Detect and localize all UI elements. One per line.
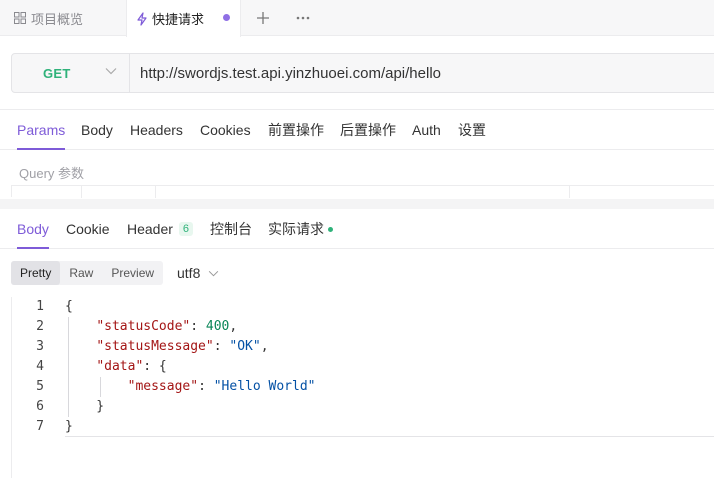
status-dot bbox=[328, 226, 333, 232]
unsaved-dot bbox=[223, 14, 230, 21]
tab-project-overview[interactable]: 项目概览 bbox=[14, 0, 83, 36]
tab-params[interactable]: Params bbox=[17, 110, 66, 150]
response-tab-body-label: Body bbox=[17, 221, 49, 237]
line-number: 1 bbox=[36, 299, 44, 314]
code-line: 5 "message": "Hello World" bbox=[12, 377, 714, 397]
line-number: 4 bbox=[36, 359, 44, 374]
line-number: 7 bbox=[36, 419, 44, 434]
more-icon bbox=[296, 16, 310, 20]
code-text: "statusCode": 400, bbox=[96, 319, 238, 334]
lightning-icon bbox=[137, 11, 147, 26]
line-number: 2 bbox=[36, 319, 44, 334]
add-tab-button[interactable] bbox=[253, 0, 273, 36]
json-string: "OK" bbox=[229, 339, 261, 354]
editor-bottom-border bbox=[65, 436, 714, 437]
plus-icon bbox=[257, 12, 269, 24]
query-params-label: Query 参数 bbox=[19, 166, 85, 181]
method-label: GET bbox=[43, 65, 71, 81]
code-line: 7 } bbox=[12, 417, 714, 437]
code-line: 4 "data": { bbox=[12, 357, 714, 377]
line-number: 5 bbox=[36, 379, 44, 394]
line-number: 3 bbox=[36, 339, 44, 354]
code-text: "statusMessage": "OK", bbox=[96, 339, 269, 354]
json-key: "data" bbox=[96, 359, 144, 374]
tab-pre-operations-label: 前置操作 bbox=[268, 122, 324, 138]
view-mode-preview[interactable]: Preview bbox=[102, 261, 163, 285]
header-count-badge: 6 bbox=[178, 222, 194, 236]
code-text: "message": "Hello World" bbox=[127, 379, 316, 394]
tab-body[interactable]: Body bbox=[81, 110, 113, 150]
grid-icon bbox=[14, 12, 26, 24]
tab-cookies-label: Cookies bbox=[200, 122, 251, 138]
table-column-divider bbox=[155, 186, 156, 198]
json-key: "message" bbox=[127, 379, 199, 394]
code-line: 2 "statusCode": 400, bbox=[12, 317, 714, 337]
code-line: 3 "statusMessage": "OK", bbox=[12, 337, 714, 357]
response-tab-actual-request[interactable]: 实际请求 bbox=[268, 209, 333, 249]
tab-quick-request-label: 快捷请求 bbox=[152, 12, 205, 27]
tab-params-label: Params bbox=[17, 122, 66, 138]
json-string: "Hello World" bbox=[213, 379, 316, 394]
line-number: 6 bbox=[36, 399, 44, 414]
method-select[interactable]: GET bbox=[12, 54, 129, 92]
tab-headers[interactable]: Headers bbox=[130, 110, 183, 150]
tab-pre-operations[interactable]: 前置操作 bbox=[268, 110, 324, 150]
tab-auth[interactable]: Auth bbox=[412, 110, 441, 150]
view-mode-raw[interactable]: Raw bbox=[60, 261, 102, 285]
view-mode-switch: Pretty Raw Preview bbox=[11, 261, 164, 285]
response-tab-cookie[interactable]: Cookie bbox=[66, 209, 110, 249]
tab-quick-request[interactable]: 快捷请求 bbox=[126, 0, 241, 37]
url-input[interactable]: http://swordjs.test.api.yinzhuoei.com/ap… bbox=[140, 54, 441, 92]
response-tab-console[interactable]: 控制台 bbox=[210, 209, 252, 249]
query-params-table bbox=[11, 185, 714, 198]
response-tab-header-label: Header bbox=[127, 221, 173, 237]
url-bar: GET http://swordjs.test.api.yinzhuoei.co… bbox=[11, 53, 714, 93]
table-column-divider bbox=[569, 186, 570, 198]
encoding-value: utf8 bbox=[177, 265, 201, 281]
json-key: "statusMessage" bbox=[96, 339, 214, 354]
json-key: "statusCode" bbox=[96, 319, 191, 334]
tab-headers-label: Headers bbox=[130, 122, 183, 138]
tab-overview-label: 项目概览 bbox=[31, 11, 84, 27]
code-text: } bbox=[65, 419, 73, 434]
top-tab-bar: 项目概览 快捷请求 bbox=[0, 0, 714, 37]
response-tab-cookie-label: Cookie bbox=[66, 221, 110, 237]
tab-settings-label: 设置 bbox=[458, 122, 486, 138]
tab-post-operations-label: 后置操作 bbox=[340, 122, 396, 138]
chevron-down-icon bbox=[105, 68, 117, 75]
response-tab-console-label: 控制台 bbox=[210, 221, 252, 237]
code-text: "data": { bbox=[96, 359, 167, 374]
table-column-divider bbox=[81, 186, 82, 198]
view-mode-pretty[interactable]: Pretty bbox=[11, 261, 61, 285]
response-tab-body[interactable]: Body bbox=[17, 209, 49, 249]
tab-auth-label: Auth bbox=[412, 122, 441, 138]
panel-splitter[interactable] bbox=[0, 199, 714, 209]
encoding-select[interactable]: utf8 bbox=[177, 261, 219, 285]
response-tab-actual-request-label: 实际请求 bbox=[268, 221, 324, 237]
json-number: 400 bbox=[205, 319, 230, 334]
code-line: 1 { bbox=[12, 297, 714, 317]
more-tabs-button[interactable] bbox=[293, 0, 313, 36]
response-tabs: Body Cookie Header 6 控制台 实际请求 bbox=[0, 209, 714, 249]
code-text: { bbox=[65, 299, 73, 314]
tab-post-operations[interactable]: 后置操作 bbox=[340, 110, 396, 150]
chevron-down-icon bbox=[209, 270, 219, 276]
response-body-editor[interactable]: 1 { 2 "statusCode": 400, 3 "statusMessag… bbox=[11, 297, 714, 478]
response-tab-header[interactable]: Header 6 bbox=[127, 209, 194, 249]
tab-cookies[interactable]: Cookies bbox=[200, 110, 251, 150]
code-line: 6 } bbox=[12, 397, 714, 417]
code-text: } bbox=[65, 399, 105, 414]
tab-body-label: Body bbox=[81, 122, 113, 138]
active-tab-indicator bbox=[17, 148, 66, 150]
tab-settings[interactable]: 设置 bbox=[458, 110, 486, 150]
method-divider bbox=[129, 54, 130, 92]
response-toolbar: Pretty Raw Preview utf8 bbox=[0, 249, 714, 297]
request-tabs: Params Body Headers Cookies 前置操作 后置操作 Au… bbox=[0, 110, 714, 150]
